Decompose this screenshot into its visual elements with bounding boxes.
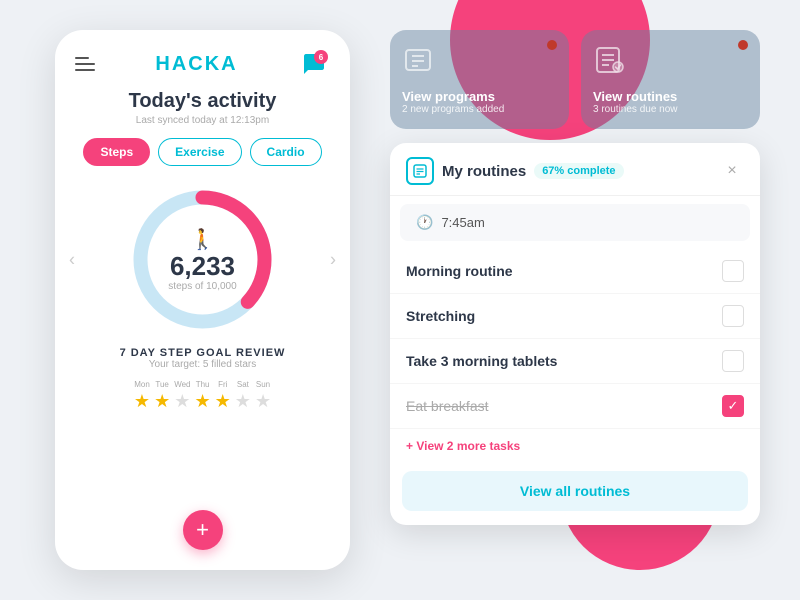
task-breakfast[interactable]: Eat breakfast ✓ <box>390 384 760 429</box>
task-label-tablets: Take 3 morning tablets <box>406 353 557 369</box>
goal-title: 7 DAY STEP GOAL REVIEW <box>55 347 350 359</box>
day-sun: Sun ★ <box>255 380 271 412</box>
steps-label: steps of 10,000 <box>168 281 236 292</box>
programs-icon <box>402 44 557 83</box>
right-panel: View programs 2 new programs added View … <box>390 30 760 525</box>
routines-title: View routines <box>593 89 748 104</box>
routines-icon <box>593 44 748 83</box>
day-label-mon: Mon <box>134 380 150 389</box>
top-cards: View programs 2 new programs added View … <box>390 30 760 129</box>
day-thu: Thu ★ <box>195 380 211 412</box>
task-morning-routine[interactable]: Morning routine <box>390 249 760 294</box>
day-label-sun: Sun <box>256 380 270 389</box>
walk-icon: 🚶 <box>168 227 236 252</box>
task-checkbox-stretching[interactable] <box>722 305 744 327</box>
star-tue: ★ <box>154 391 170 412</box>
view-more-tasks[interactable]: + View 2 more tasks <box>390 429 760 463</box>
day-label-fri: Fri <box>218 380 227 389</box>
tabs-row: Steps Exercise Cardio <box>55 138 350 166</box>
sync-text: Last synced today at 12:13pm <box>55 115 350 126</box>
day-label-thu: Thu <box>196 380 210 389</box>
time-row: 🕐 7:45am <box>400 204 750 241</box>
chart-center: 🚶 6,233 steps of 10,000 <box>168 227 236 292</box>
notification-badge: 6 <box>314 50 328 64</box>
day-label-sat: Sat <box>237 380 249 389</box>
view-all-routines-button[interactable]: View all routines <box>402 471 748 511</box>
day-tue: Tue ★ <box>154 380 170 412</box>
task-checkbox-breakfast[interactable]: ✓ <box>722 395 744 417</box>
activity-title: Today's activity <box>55 90 350 113</box>
task-checkbox-tablets[interactable] <box>722 350 744 372</box>
programs-sub: 2 new programs added <box>402 104 557 115</box>
modal-title-row: My routines 67% complete <box>406 157 624 185</box>
routines-sub: 3 routines due now <box>593 104 748 115</box>
day-label-tue: Tue <box>155 380 169 389</box>
goal-target: Your target: 5 filled stars <box>55 359 350 370</box>
close-button[interactable]: × <box>720 159 744 183</box>
tab-exercise[interactable]: Exercise <box>158 138 241 166</box>
modal-header: My routines 67% complete × <box>390 143 760 196</box>
chart-area: ‹ 🚶 6,233 steps of 10,000 › <box>65 182 340 337</box>
day-sat: Sat ★ <box>235 380 251 412</box>
star-mon: ★ <box>134 391 150 412</box>
tab-cardio[interactable]: Cardio <box>250 138 322 166</box>
routine-icon-box <box>406 157 434 185</box>
phone-header: HACKA 6 <box>55 30 350 90</box>
goal-review: 7 DAY STEP GOAL REVIEW Your target: 5 fi… <box>55 347 350 370</box>
complete-badge: 67% complete <box>534 163 623 179</box>
routine-list-icon <box>413 164 427 178</box>
tab-steps[interactable]: Steps <box>83 138 150 166</box>
time-text: 7:45am <box>441 215 484 230</box>
task-label-breakfast: Eat breakfast <box>406 398 489 414</box>
day-fri: Fri ★ <box>215 380 231 412</box>
steps-count: 6,233 <box>168 252 236 281</box>
programs-card[interactable]: View programs 2 new programs added <box>390 30 569 129</box>
app-title: HACKA <box>155 53 237 76</box>
star-fri: ★ <box>215 391 231 412</box>
phone-card: HACKA 6 Today's activity Last synced tod… <box>55 30 350 570</box>
task-checkbox-morning[interactable] <box>722 260 744 282</box>
task-stretching[interactable]: Stretching <box>390 294 760 339</box>
stars-row: Mon ★ Tue ★ Wed ★ Thu ★ Fri ★ Sat ★ Sun … <box>55 374 350 418</box>
chat-button[interactable]: 6 <box>298 48 330 80</box>
modal-title: My routines <box>442 163 526 180</box>
day-label-wed: Wed <box>174 380 190 389</box>
next-arrow[interactable]: › <box>330 249 336 270</box>
task-label-stretching: Stretching <box>406 308 475 324</box>
task-label-morning: Morning routine <box>406 263 513 279</box>
routines-modal: My routines 67% complete × 🕐 7:45am Morn… <box>390 143 760 525</box>
day-wed: Wed ★ <box>174 380 190 412</box>
day-mon: Mon ★ <box>134 380 150 412</box>
programs-title: View programs <box>402 89 557 104</box>
task-tablets[interactable]: Take 3 morning tablets <box>390 339 760 384</box>
menu-icon[interactable] <box>75 57 95 71</box>
star-wed: ★ <box>174 391 190 412</box>
star-thu: ★ <box>195 391 211 412</box>
routines-card[interactable]: View routines 3 routines due now <box>581 30 760 129</box>
star-sun: ★ <box>255 391 271 412</box>
prev-arrow[interactable]: ‹ <box>69 249 75 270</box>
fab-add-button[interactable]: + <box>183 510 223 550</box>
clock-icon: 🕐 <box>416 214 433 231</box>
star-sat: ★ <box>235 391 251 412</box>
